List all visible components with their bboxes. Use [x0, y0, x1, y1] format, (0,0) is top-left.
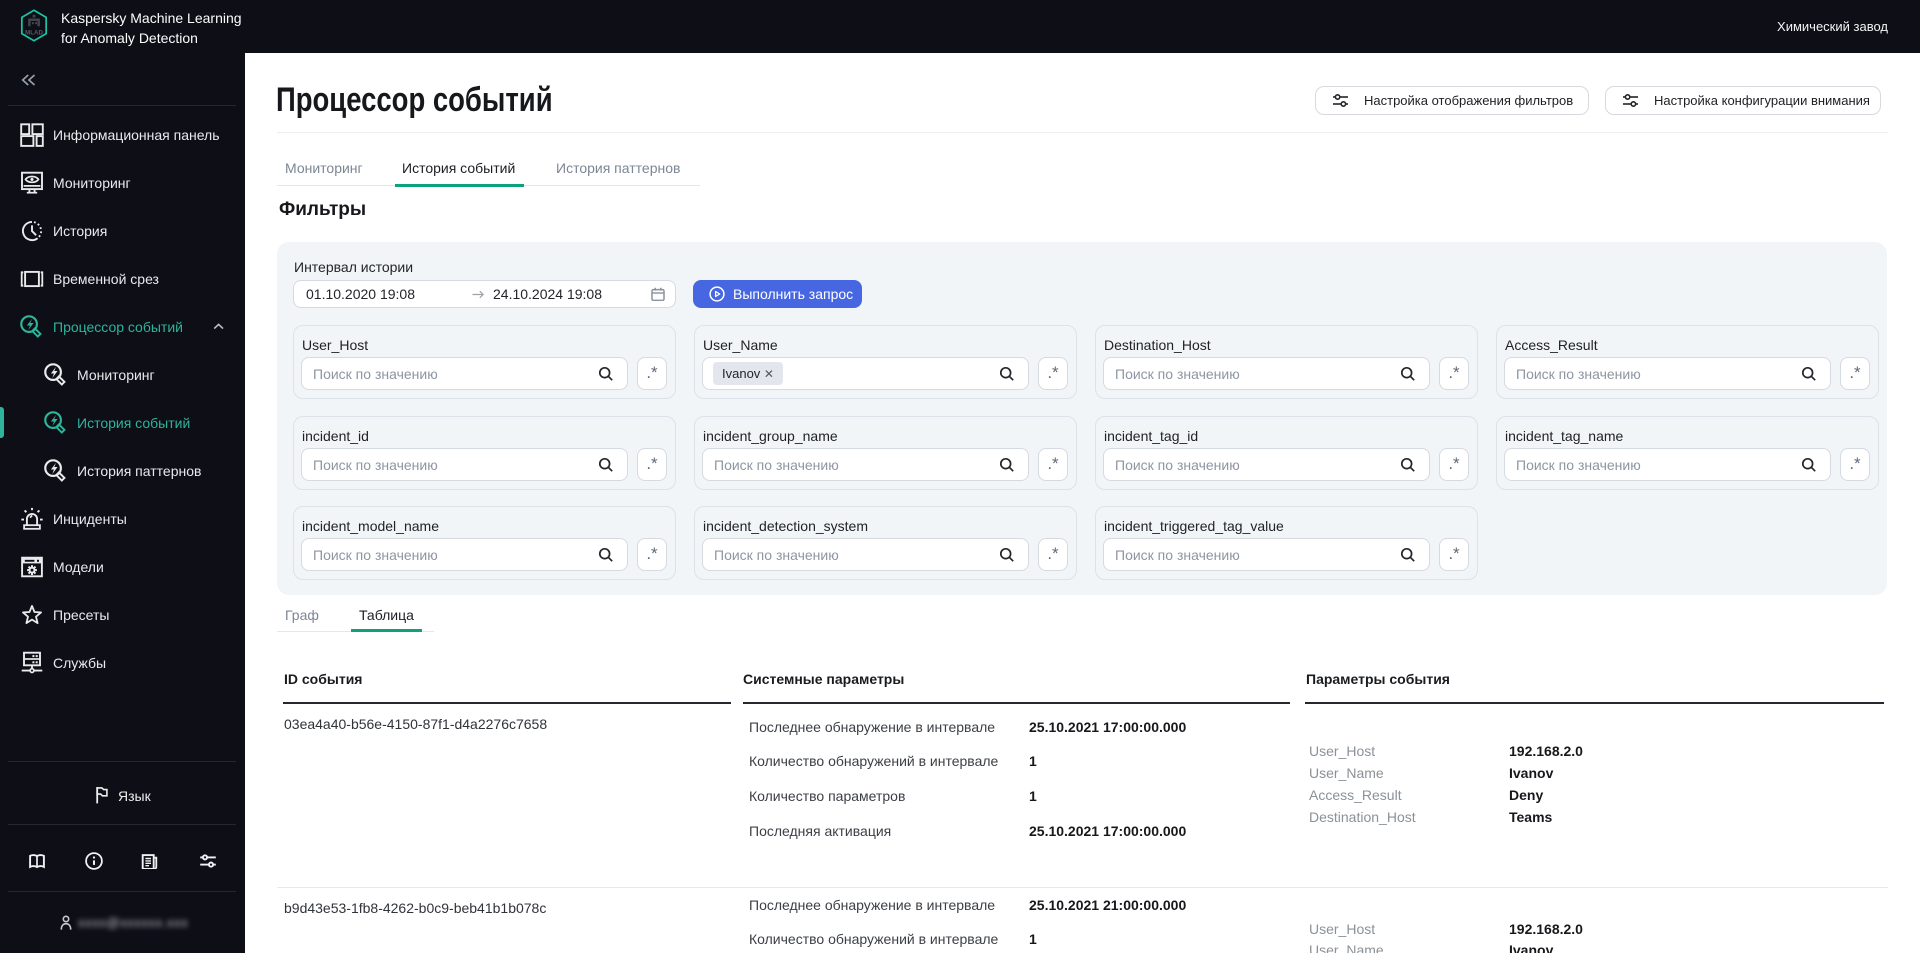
svg-text:MLAD: MLAD [25, 29, 43, 36]
